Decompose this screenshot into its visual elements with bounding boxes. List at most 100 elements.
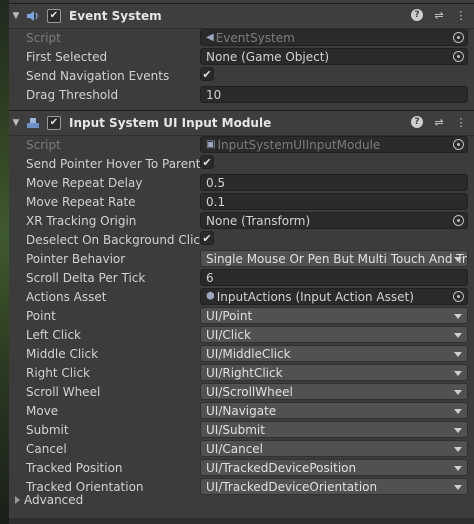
action-dropdown[interactable]: UI/Navigate [200,402,468,419]
dropdown-caret-icon [454,447,462,452]
action-dropdown[interactable]: UI/Click [200,326,468,343]
advanced-label: Advanced [24,493,84,507]
pointer-behavior-value: Single Mouse Or Pen But Multi Touch And … [206,251,468,266]
action-row: Left Click UI/Click [9,325,474,344]
repeat-rate-label: Move Repeat Rate [26,194,136,209]
drag-threshold-input[interactable]: 10 [200,86,468,103]
im-script-label: Script [26,137,61,152]
action-dropdown[interactable]: UI/TrackedDevicePosition [200,459,468,476]
script-icon: ◀ [206,32,214,43]
pointer-behavior-label: Pointer Behavior [26,251,126,266]
hover-parent-checkbox[interactable]: ✔ [200,155,214,169]
xr-origin-value: None (Transform) [206,213,311,228]
presets-icon[interactable]: ⇌ [432,115,446,129]
action-dropdown[interactable]: UI/Point [200,307,468,324]
send-nav-row: Send Navigation Events ✔ [9,66,474,85]
action-dropdown[interactable]: UI/ScrollWheel [200,383,468,400]
send-nav-label: Send Navigation Events [26,68,170,83]
deselect-checkbox[interactable]: ✔ [200,231,214,245]
deselect-row: Deselect On Background Click ✔ [9,230,474,249]
action-value: UI/Cancel [206,441,264,456]
foldout-arrow-icon[interactable] [15,496,20,504]
action-value: UI/Submit [206,422,265,437]
hover-parent-label: Send Pointer Hover To Parent [26,156,201,171]
action-dropdown[interactable]: UI/RightClick [200,364,468,381]
kebab-menu-icon[interactable]: ⋮ [454,8,468,22]
event-system-enabled-checkbox[interactable]: ✔ [47,9,61,23]
action-row: Move UI/Navigate [9,401,474,420]
action-value: UI/Point [206,308,253,323]
actions-asset-label: Actions Asset [26,289,107,304]
pointer-behavior-dropdown[interactable]: Single Mouse Or Pen But Multi Touch And … [200,250,468,267]
presets-icon[interactable]: ⇌ [432,8,446,22]
object-picker-icon[interactable] [453,215,464,226]
dropdown-caret-icon [454,257,462,262]
foldout-arrow-icon[interactable]: ▼ [9,118,23,128]
script-icon: ▣ [206,139,216,150]
action-value: UI/Navigate [206,403,277,418]
input-module-enabled-checkbox[interactable]: ✔ [47,116,61,130]
im-script-row: Script ▣ InputSystemUIInputModule [9,135,474,154]
drag-threshold-row: Drag Threshold 10 [9,85,474,104]
object-picker-icon[interactable] [453,139,464,150]
event-system-header[interactable]: ▼ ✔ Event System ? ⇌ ⋮ [9,3,474,29]
actions-asset-row: Actions Asset ⬢ InputActions (Input Actio… [9,287,474,306]
event-system-title: Event System [69,9,162,23]
action-value: UI/TrackedDeviceOrientation [206,479,378,494]
es-script-value: EventSystem [215,30,295,45]
action-dropdown[interactable]: UI/Cancel [200,440,468,457]
action-value: UI/RightClick [206,365,283,380]
repeat-delay-label: Move Repeat Delay [26,175,143,190]
help-icon[interactable]: ? [410,8,424,22]
xr-origin-field[interactable]: None (Transform) [200,212,468,229]
dropdown-caret-icon [454,314,462,319]
first-selected-row: First Selected None (Game Object) [9,47,474,66]
advanced-foldout[interactable]: Advanced [15,493,83,507]
input-module-header[interactable]: ▼ ✔ Input System UI Input Module ? ⇌ ⋮ [9,110,474,136]
scroll-delta-input[interactable]: 6 [200,269,468,286]
drag-threshold-label: Drag Threshold [26,87,119,102]
action-label: Middle Click [26,346,99,361]
foldout-arrow-icon[interactable]: ▼ [9,11,23,21]
repeat-rate-row: Move Repeat Rate 0.1 [9,192,474,211]
action-value: UI/MiddleClick [206,346,291,361]
scroll-delta-row: Scroll Delta Per Tick 6 [9,268,474,287]
action-label: Cancel [26,441,67,456]
im-script-field[interactable]: ▣ InputSystemUIInputModule [200,136,468,153]
actions-asset-field[interactable]: ⬢ InputActions (Input Action Asset) [200,288,468,305]
kebab-menu-icon[interactable]: ⋮ [454,115,468,129]
action-row: Scroll Wheel UI/ScrollWheel [9,382,474,401]
action-label: Move [26,403,59,418]
actions-asset-value: InputActions (Input Action Asset) [216,289,414,304]
first-selected-label: First Selected [26,49,108,64]
action-dropdown[interactable]: UI/TrackedDeviceOrientation [200,478,468,495]
object-picker-icon[interactable] [453,291,464,302]
inspector-panel: ▼ ✔ Event System ? ⇌ ⋮ Script ◀ EventSyst… [9,0,474,524]
dropdown-caret-icon [454,333,462,338]
repeat-delay-input[interactable]: 0.5 [200,174,468,191]
action-label: Left Click [26,327,81,342]
action-label: Scroll Wheel [26,384,101,399]
first-selected-value: None (Game Object) [206,49,330,64]
action-value: UI/TrackedDevicePosition [206,460,357,475]
first-selected-field[interactable]: None (Game Object) [200,48,468,65]
object-picker-icon[interactable] [453,32,464,43]
action-label: Right Click [26,365,91,380]
xr-origin-row: XR Tracking Origin None (Transform) [9,211,474,230]
dropdown-caret-icon [454,390,462,395]
object-picker-icon[interactable] [453,51,464,62]
action-dropdown[interactable]: UI/Submit [200,421,468,438]
event-system-icon [25,9,41,23]
dropdown-caret-icon [454,428,462,433]
dropdown-caret-icon [454,466,462,471]
action-row: Submit UI/Submit [9,420,474,439]
scroll-delta-label: Scroll Delta Per Tick [26,270,146,285]
send-nav-checkbox[interactable]: ✔ [200,67,214,81]
es-script-field[interactable]: ◀ EventSystem [200,29,468,46]
im-script-value: InputSystemUIInputModule [217,137,381,152]
action-row: Point UI/Point [9,306,474,325]
action-dropdown[interactable]: UI/MiddleClick [200,345,468,362]
repeat-rate-input[interactable]: 0.1 [200,193,468,210]
help-icon[interactable]: ? [410,115,424,129]
hover-parent-row: Send Pointer Hover To Parent ✔ [9,154,474,173]
